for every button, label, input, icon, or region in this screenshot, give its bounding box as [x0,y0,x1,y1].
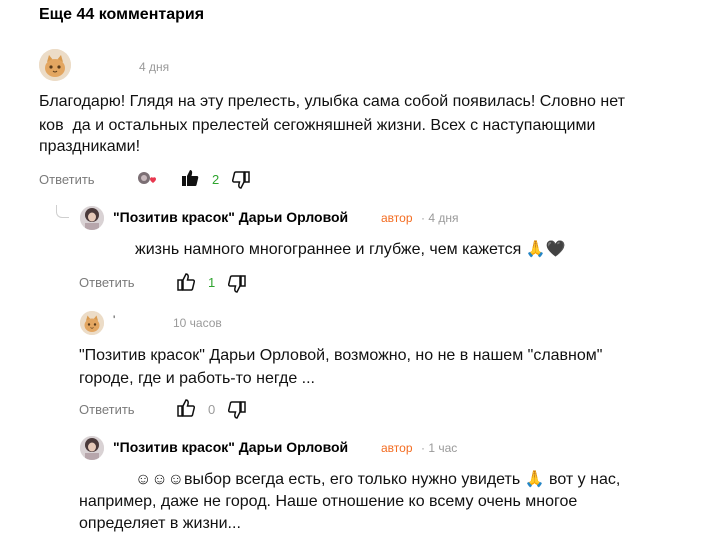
comment-time: · 1 час [421,441,458,455]
comment-text-line: Благодарю! Глядя на эту прелесть, улыбка… [39,93,625,110]
comment-time: 10 часов [173,316,222,330]
comment-time: 4 дня [139,60,170,74]
thread-branch-line [56,205,69,218]
thumbs-down-icon[interactable] [227,401,246,419]
comment-text-line: определяет в жизни... [79,515,241,532]
comment-text-line: жизнь намного многограннее и глубже, чем… [135,241,566,258]
comment-text-line: праздниками! [39,138,141,155]
reply-button[interactable]: Ответить [79,275,135,290]
cat-avatar-icon[interactable] [80,311,104,335]
author-avatar[interactable] [80,436,104,460]
likes-count: 1 [208,275,216,290]
more-comments-link[interactable]: Еще 44 комментария [39,6,204,24]
comment-text-line: городе, где и работь-то негде ... [79,370,315,387]
comment-text-line: "Позитив красок" Дарьи Орловой, возможно… [79,347,603,364]
thumbs-up-icon[interactable] [177,399,196,417]
thumbs-up-icon[interactable] [177,273,196,291]
author-badge: автор [381,211,413,225]
reaction-avatars-icon[interactable] [137,170,159,188]
comment-author[interactable]: "Позитив красок" Дарьи Орловой [113,439,348,455]
author-badge: автор [381,441,413,455]
likes-count: 2 [212,172,220,187]
reply-button[interactable]: Ответить [39,172,95,187]
comment-author[interactable]: ' [113,313,115,327]
author-avatar[interactable] [80,206,104,230]
thumbs-down-icon[interactable] [231,171,250,189]
cat-avatar-icon[interactable] [39,49,71,81]
comment-text-line: ☺☺☺выбор всегда есть, его только нужно у… [135,471,621,488]
reply-button[interactable]: Ответить [79,402,135,417]
comment-time: · 4 дня [421,211,459,225]
comment-text-line: например, даже не город. Наше отношение … [79,493,578,510]
likes-count: 0 [208,402,216,417]
thumbs-up-icon[interactable] [181,169,199,187]
comment-author[interactable]: "Позитив красок" Дарьи Орловой [113,209,348,225]
thumbs-down-icon[interactable] [227,275,246,293]
